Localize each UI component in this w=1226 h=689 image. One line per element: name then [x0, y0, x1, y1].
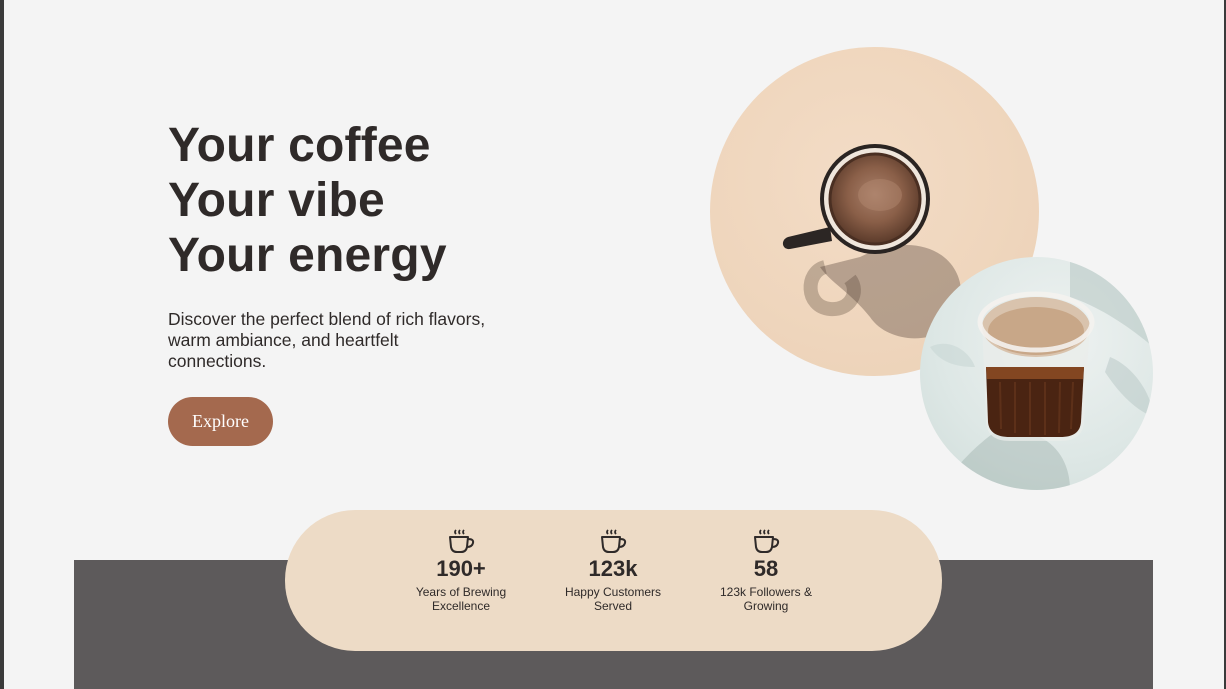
stats-bar: 190+ Years of Brewing Excellence 123k Ha… [285, 510, 942, 651]
hero-section: Your coffee Your vibe Your energy Discov… [168, 118, 498, 446]
hero-subtitle: Discover the perfect blend of rich flavo… [168, 309, 486, 371]
coffee-cup-icon [754, 529, 780, 553]
stat-value: 190+ [436, 556, 486, 581]
stat-label: Happy Customers Served [564, 585, 662, 613]
window-left-edge [0, 0, 4, 689]
headline-line-1: Your coffee [168, 119, 431, 172]
coffee-cup-icon [449, 529, 475, 553]
iced-coffee-image [920, 257, 1153, 490]
stat-item-customers: 123k Happy Customers Served [548, 528, 678, 613]
stat-item-followers: 58 123k Followers & Growing [701, 528, 831, 613]
stat-value: 58 [753, 556, 779, 581]
headline-line-3: Your energy [168, 229, 447, 282]
headline-line-2: Your vibe [168, 174, 385, 227]
explore-button[interactable]: Explore [168, 397, 273, 446]
stat-item-years: 190+ Years of Brewing Excellence [396, 528, 526, 613]
stat-value: 123k [588, 556, 638, 581]
iced-coffee-illustration [930, 257, 1153, 490]
stat-label: 123k Followers & Growing [719, 585, 813, 613]
hero-headline: Your coffee Your vibe Your energy [168, 118, 498, 283]
coffee-cup-icon [601, 529, 627, 553]
stat-label: Years of Brewing Excellence [415, 585, 507, 613]
